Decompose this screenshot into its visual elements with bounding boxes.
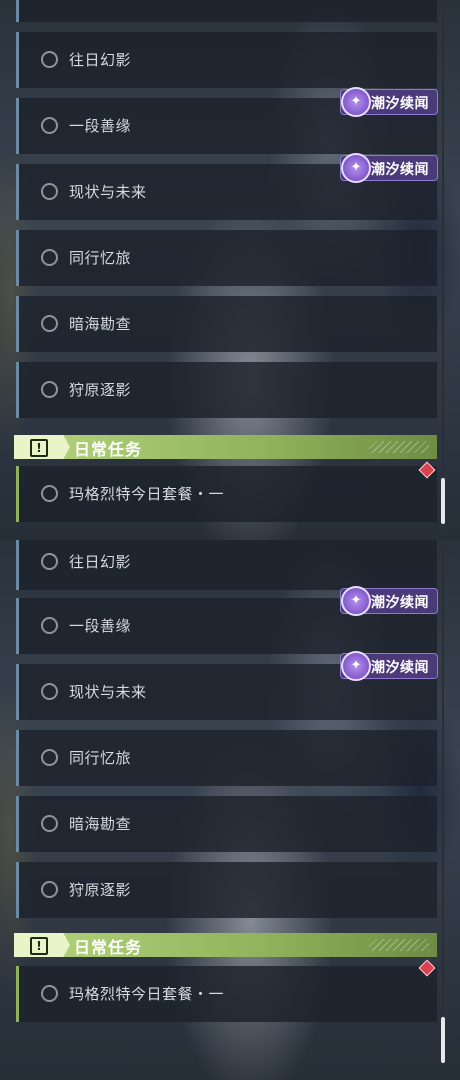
quest-item[interactable]: 同行忆旅 bbox=[16, 230, 437, 286]
tide-event-badge[interactable]: ✦ 潮汐续闻 bbox=[340, 586, 438, 616]
quest-item[interactable]: 同行忆旅 bbox=[16, 730, 437, 786]
scrollbar-track[interactable] bbox=[442, 10, 444, 530]
circle-icon bbox=[41, 683, 58, 700]
tide-event-icon: ✦ bbox=[341, 153, 371, 183]
badge-label: 潮汐续闻 bbox=[371, 660, 429, 676]
quest-item[interactable]: 往日幻影 bbox=[16, 32, 437, 88]
scrollbar-track[interactable] bbox=[442, 550, 444, 1070]
quest-label: 狩原逐影 bbox=[69, 381, 132, 399]
quest-label: 一段善缘 bbox=[69, 617, 132, 635]
scrollbar-thumb[interactable] bbox=[441, 1017, 445, 1063]
daily-icon-box: ! bbox=[14, 435, 70, 459]
circle-icon bbox=[41, 749, 58, 766]
daily-quest-title: 日常任务 bbox=[74, 440, 143, 459]
quest-item-partial[interactable] bbox=[16, 0, 437, 22]
circle-icon bbox=[41, 315, 58, 332]
quest-item[interactable]: 暗海勘查 bbox=[16, 796, 437, 852]
quest-item[interactable]: 暗海勘查 bbox=[16, 296, 437, 352]
circle-icon bbox=[41, 485, 58, 502]
tide-event-badge[interactable]: ✦ 潮汐续闻 bbox=[340, 87, 438, 117]
quest-label: 暗海勘查 bbox=[69, 315, 132, 333]
quest-list-panel-2: 往日幻影 一段善缘 现状与未来 同行忆旅 暗海勘查 狩原逐影 ✦ 潮汐续闻 ✦ … bbox=[0, 540, 460, 1080]
scrollbar-thumb[interactable] bbox=[441, 478, 445, 524]
badge-label: 潮汐续闻 bbox=[371, 162, 429, 178]
quest-item[interactable]: 狩原逐影 bbox=[16, 862, 437, 918]
quest-label: 同行忆旅 bbox=[69, 749, 132, 767]
circle-icon bbox=[41, 117, 58, 134]
quest-item[interactable]: 往日幻影 bbox=[16, 540, 437, 590]
quest-label: 玛格烈特今日套餐・一 bbox=[69, 985, 225, 1003]
quest-label: 往日幻影 bbox=[69, 51, 132, 69]
daily-quest-header[interactable]: ! 日常任务 bbox=[14, 933, 437, 957]
badge-label: 潮汐续闻 bbox=[371, 96, 429, 112]
quest-label: 玛格烈特今日套餐・一 bbox=[69, 485, 225, 503]
header-decoration bbox=[369, 441, 429, 453]
circle-icon bbox=[41, 249, 58, 266]
quest-item[interactable]: 狩原逐影 bbox=[16, 362, 437, 418]
tide-event-badge[interactable]: ✦ 潮汐续闻 bbox=[340, 153, 438, 183]
alert-icon: ! bbox=[30, 937, 48, 955]
quest-label: 狩原逐影 bbox=[69, 881, 132, 899]
badge-label: 潮汐续闻 bbox=[371, 595, 429, 611]
circle-icon bbox=[41, 183, 58, 200]
circle-icon bbox=[41, 617, 58, 634]
quest-label: 一段善缘 bbox=[69, 117, 132, 135]
tide-event-badge[interactable]: ✦ 潮汐续闻 bbox=[340, 651, 438, 681]
daily-quest-item[interactable]: 玛格烈特今日套餐・一 bbox=[16, 466, 437, 522]
alert-icon: ! bbox=[30, 439, 48, 457]
circle-icon bbox=[41, 815, 58, 832]
quest-label: 往日幻影 bbox=[69, 553, 132, 571]
quest-label: 同行忆旅 bbox=[69, 249, 132, 267]
daily-quest-title: 日常任务 bbox=[74, 938, 143, 957]
quest-label: 现状与未来 bbox=[69, 683, 147, 701]
circle-icon bbox=[41, 553, 58, 570]
daily-quest-header[interactable]: ! 日常任务 bbox=[14, 435, 437, 459]
daily-icon-box: ! bbox=[14, 933, 70, 957]
tide-event-icon: ✦ bbox=[341, 651, 371, 681]
quest-label: 现状与未来 bbox=[69, 183, 147, 201]
tide-event-icon: ✦ bbox=[341, 586, 371, 616]
daily-quest-item[interactable]: 玛格烈特今日套餐・一 bbox=[16, 966, 437, 1022]
quest-label: 暗海勘查 bbox=[69, 815, 132, 833]
tide-event-icon: ✦ bbox=[341, 87, 371, 117]
circle-icon bbox=[41, 985, 58, 1002]
circle-icon bbox=[41, 381, 58, 398]
circle-icon bbox=[41, 881, 58, 898]
quest-list-panel-1: 往日幻影 一段善缘 现状与未来 同行忆旅 暗海勘查 狩原逐影 ✦ 潮汐续闻 ✦ … bbox=[0, 0, 460, 540]
circle-icon bbox=[41, 51, 58, 68]
header-decoration bbox=[369, 939, 429, 951]
